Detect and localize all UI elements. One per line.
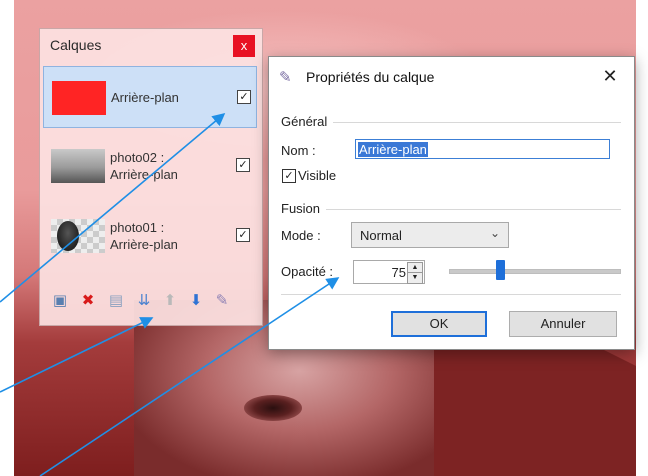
layers-panel-title: Calques bbox=[50, 37, 102, 53]
dialog-title: Propriétés du calque bbox=[306, 69, 435, 85]
layers-panel: Calques x Arrière-plan ✓ photo02 : Arriè… bbox=[39, 28, 263, 326]
layer-properties-icon[interactable]: ✎ bbox=[212, 291, 232, 311]
name-input-value: Arrière-plan bbox=[358, 142, 428, 157]
visible-label: Visible bbox=[298, 168, 337, 183]
opacity-label: Opacité : bbox=[281, 264, 334, 279]
layer-name-line2: Arrière-plan bbox=[110, 167, 178, 182]
spin-down-icon[interactable]: ▼ bbox=[407, 272, 423, 284]
layer-row-photo01[interactable]: photo01 : Arrière-plan ✓ bbox=[43, 205, 257, 267]
properties-icon: ✎ bbox=[279, 69, 292, 86]
chevron-down-icon: ⌄ bbox=[489, 226, 500, 240]
name-input[interactable]: Arrière-plan bbox=[355, 139, 610, 159]
visible-checkbox[interactable]: ✓ bbox=[282, 169, 296, 183]
layer-name-line1: photo02 : bbox=[110, 150, 165, 165]
fusion-group-label: Fusion bbox=[281, 201, 327, 216]
layer-name: photo01 : Arrière-plan bbox=[110, 219, 178, 253]
layer-visibility-checkbox[interactable]: ✓ bbox=[237, 90, 251, 104]
layer-name-line1: photo01 : bbox=[110, 220, 165, 235]
duplicate-layer-icon[interactable]: ▤ bbox=[106, 291, 126, 311]
fusion-group-line bbox=[281, 209, 621, 210]
add-layer-icon[interactable]: ▣ bbox=[50, 291, 70, 311]
layer-row-photo02[interactable]: photo02 : Arrière-plan ✓ bbox=[43, 135, 257, 197]
layer-name: Arrière-plan bbox=[111, 90, 179, 105]
layers-panel-close-button[interactable]: x bbox=[233, 35, 255, 57]
blend-mode-value: Normal bbox=[360, 228, 402, 243]
general-group-label: Général bbox=[281, 114, 334, 129]
layer-thumbnail bbox=[52, 81, 106, 115]
blend-mode-select[interactable]: Normal ⌄ bbox=[351, 222, 509, 248]
name-label: Nom : bbox=[281, 143, 316, 158]
layer-name: photo02 : Arrière-plan bbox=[110, 149, 178, 183]
ok-button[interactable]: OK bbox=[391, 311, 487, 337]
opacity-slider-track[interactable] bbox=[449, 269, 621, 274]
opacity-spinbox[interactable]: 75 ▲ ▼ bbox=[353, 260, 425, 284]
opacity-slider-thumb[interactable] bbox=[496, 260, 505, 280]
dialog-close-button[interactable]: ✕ bbox=[599, 65, 621, 87]
merge-down-icon[interactable]: ⇊ bbox=[134, 291, 154, 311]
delete-layer-icon[interactable]: ✖ bbox=[78, 291, 98, 311]
layer-visibility-checkbox[interactable]: ✓ bbox=[236, 228, 250, 242]
move-up-icon[interactable]: ⬆ bbox=[160, 291, 180, 311]
layer-visibility-checkbox[interactable]: ✓ bbox=[236, 158, 250, 172]
layer-thumbnail bbox=[51, 219, 105, 253]
mode-label: Mode : bbox=[281, 228, 321, 243]
button-separator bbox=[281, 294, 621, 295]
portrait-eye bbox=[244, 395, 302, 421]
layer-properties-dialog: ✎ Propriétés du calque ✕ Général Nom : A… bbox=[268, 56, 635, 350]
cancel-button[interactable]: Annuler bbox=[509, 311, 617, 337]
move-down-icon[interactable]: ⬇ bbox=[186, 291, 206, 311]
layer-name-line2: Arrière-plan bbox=[110, 237, 178, 252]
opacity-value: 75 bbox=[391, 265, 406, 280]
layer-thumbnail bbox=[51, 149, 105, 183]
layer-row-background[interactable]: Arrière-plan ✓ bbox=[43, 66, 257, 128]
